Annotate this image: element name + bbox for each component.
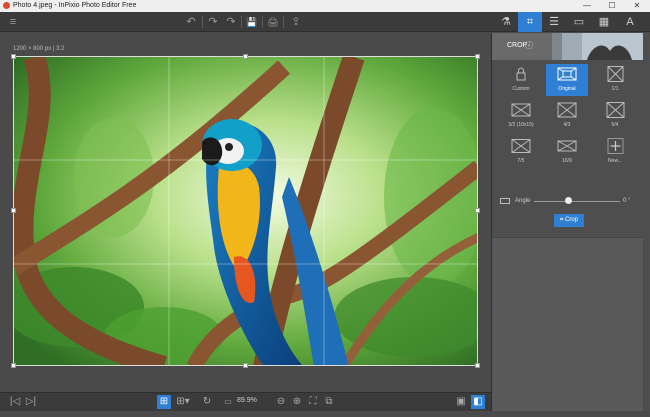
ratio-3-2-icon bbox=[511, 103, 531, 117]
title-bar: Photo 4.jpeg - InPixio Photo Editor Free… bbox=[0, 0, 650, 12]
photo-image[interactable] bbox=[13, 56, 478, 366]
app-icon bbox=[3, 2, 10, 9]
menu-icon[interactable]: ≡ bbox=[6, 14, 20, 30]
crop-presets: Custom Original 1/1 3/2 (10x15) 4/3 5/4 … bbox=[492, 60, 644, 238]
angle-value: 0 ° bbox=[623, 198, 631, 204]
crop-handle-bottom[interactable] bbox=[243, 363, 248, 368]
ratio-7-5-icon bbox=[511, 139, 531, 153]
share-icon[interactable]: ⇪ bbox=[287, 14, 305, 30]
zoom-out-icon[interactable]: ⊖ bbox=[274, 395, 288, 409]
original-ratio-icon bbox=[557, 67, 577, 81]
rotate-icon[interactable]: ↻ bbox=[200, 395, 214, 409]
grid-options-icon[interactable]: ⊞▾ bbox=[173, 395, 193, 409]
tab-adjust[interactable]: ☰ bbox=[542, 12, 566, 32]
crop-handle-tl[interactable] bbox=[11, 54, 16, 59]
preset-5-4[interactable]: 5/4 bbox=[594, 100, 636, 132]
tab-texture[interactable]: ▦ bbox=[592, 12, 616, 32]
preset-label: 7/5 bbox=[517, 158, 525, 164]
lock-icon bbox=[516, 67, 526, 81]
app-window: Photo 4.jpeg - InPixio Photo Editor Free… bbox=[0, 0, 650, 417]
crop-handle-br[interactable] bbox=[475, 363, 480, 368]
preset-label: Original bbox=[558, 86, 576, 92]
ratio-5-4-icon bbox=[606, 102, 625, 118]
ratio-16-9-icon bbox=[557, 140, 577, 152]
print-icon[interactable]: 🖨 bbox=[266, 14, 280, 30]
preset-4-3[interactable]: 4/3 bbox=[546, 100, 588, 132]
preset-label: 16/9 bbox=[562, 158, 572, 164]
preset-1-1[interactable]: 1/1 bbox=[594, 64, 636, 96]
parrot-photo bbox=[14, 57, 477, 365]
preset-label: 3/2 (10x15) bbox=[508, 122, 534, 128]
preset-label: Custom bbox=[512, 86, 530, 92]
zoom-value[interactable]: 89.9% bbox=[237, 397, 257, 404]
tab-text[interactable]: A bbox=[618, 12, 642, 32]
preset-3-2[interactable]: 3/2 (10x15) bbox=[500, 100, 542, 132]
square-ratio-icon bbox=[607, 66, 624, 82]
plus-icon bbox=[607, 138, 624, 154]
crop-panel: CROP ⓘ Custom Original 1/1 3/2 (10x15) 4… bbox=[491, 33, 644, 411]
zoom-box-icon[interactable]: ▭ bbox=[222, 395, 234, 409]
preset-label: 4/3 bbox=[563, 122, 571, 128]
maximize-button[interactable]: ☐ bbox=[603, 0, 621, 12]
preset-original[interactable]: Original bbox=[546, 64, 588, 96]
angle-icon bbox=[500, 198, 510, 204]
crop-handle-right[interactable] bbox=[475, 208, 480, 213]
tab-frame[interactable]: ▭ bbox=[567, 12, 591, 32]
angle-slider-knob[interactable] bbox=[565, 197, 572, 204]
preset-custom[interactable]: Custom bbox=[500, 64, 542, 96]
tab-crop[interactable]: ⌗ bbox=[518, 12, 542, 32]
info-icon[interactable]: ⓘ bbox=[525, 40, 533, 50]
fit-view-icon[interactable]: ⊞ bbox=[157, 395, 171, 409]
crop-panel-header: CROP ⓘ bbox=[492, 33, 644, 60]
redo-icon[interactable]: ↷ bbox=[206, 14, 220, 30]
angle-slider-track[interactable] bbox=[534, 201, 620, 202]
panel-collapse-strip[interactable] bbox=[643, 33, 650, 411]
compare-icon[interactable]: ⧉ bbox=[322, 395, 336, 409]
minimize-button[interactable]: — bbox=[578, 0, 596, 12]
crop-handle-left[interactable] bbox=[11, 208, 16, 213]
preset-label: New... bbox=[608, 158, 622, 164]
bottom-toolbar: |◁ ▷| ⊞ ⊞▾ ↻ ▭ 89.9% ⊖ ⊕ ⛶ ⧉ ▣ ◧ bbox=[0, 392, 491, 411]
split-view-icon[interactable]: ◧ bbox=[471, 395, 485, 409]
ratio-4-3-icon bbox=[557, 102, 577, 118]
angle-label: Angle bbox=[515, 198, 531, 204]
crop-button-label: Crop bbox=[565, 217, 579, 223]
image-size-info: 1200 × 800 px | 3:2 bbox=[13, 46, 65, 52]
tab-effects[interactable]: ⚗ bbox=[494, 12, 518, 32]
crop-button[interactable]: ⌗ Crop bbox=[554, 214, 584, 227]
preset-label: 5/4 bbox=[611, 122, 619, 128]
redo-all-icon[interactable]: ↷ bbox=[224, 14, 238, 30]
crop-handle-top[interactable] bbox=[243, 54, 248, 59]
crop-handle-bl[interactable] bbox=[11, 363, 16, 368]
zoom-in-icon[interactable]: ⊕ bbox=[290, 395, 304, 409]
crop-handle-tr[interactable] bbox=[475, 54, 480, 59]
preset-7-5[interactable]: 7/5 bbox=[500, 136, 542, 168]
preset-label: 1/1 bbox=[611, 86, 619, 92]
fit-screen-icon[interactable]: ⛶ bbox=[306, 395, 320, 409]
preset-new[interactable]: New... bbox=[594, 136, 636, 168]
previous-photo-icon[interactable]: |◁ bbox=[8, 395, 22, 409]
save-icon[interactable]: 💾 bbox=[245, 14, 259, 30]
window-title: Photo 4.jpeg - InPixio Photo Editor Free bbox=[13, 2, 137, 9]
undo-icon[interactable]: ↶ bbox=[184, 14, 198, 30]
next-photo-icon[interactable]: ▷| bbox=[24, 395, 38, 409]
preset-16-9[interactable]: 16/9 bbox=[546, 136, 588, 168]
single-view-icon[interactable]: ▣ bbox=[454, 395, 468, 409]
close-button[interactable]: ✕ bbox=[628, 0, 646, 12]
